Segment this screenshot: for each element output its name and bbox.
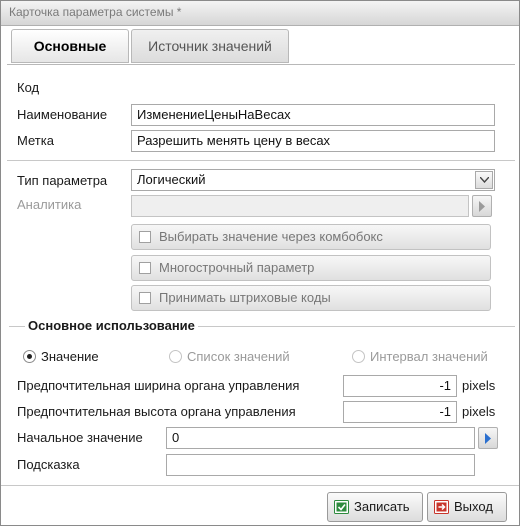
radio-interval-label: Интервал значений	[370, 349, 488, 364]
height-label: Предпочтительная высота органа управлени…	[17, 404, 296, 419]
code-label: Код	[17, 80, 40, 95]
hint-field[interactable]	[166, 454, 475, 476]
arrow-right-icon	[485, 433, 491, 444]
analytics-field	[131, 195, 469, 217]
section-divider	[7, 160, 515, 161]
hint-label: Подсказка	[17, 457, 80, 472]
checkbox-combobox[interactable]: Выбирать значение через комбобокс	[131, 224, 491, 250]
window-title: Карточка параметра системы *	[9, 5, 182, 19]
checkbox-square	[139, 292, 151, 304]
arrow-right-icon	[479, 201, 485, 212]
save-button-label: Записать	[354, 499, 410, 514]
type-label: Тип параметра	[17, 173, 108, 188]
width-field[interactable]: -1	[343, 375, 457, 397]
type-dropdown-button[interactable]	[475, 171, 493, 189]
initial-value-field[interactable]: 0	[166, 427, 475, 449]
usage-group-title: Основное использование	[25, 318, 198, 333]
exit-button[interactable]: Выход	[427, 492, 507, 522]
analytics-label: Аналитика	[17, 197, 82, 212]
caption-field[interactable]: Разрешить менять цену в весах	[131, 130, 495, 152]
chevron-down-icon	[480, 177, 489, 183]
radio-dot	[23, 350, 36, 363]
checkbox-multiline[interactable]: Многострочный параметр	[131, 255, 491, 281]
checkbox-barcodes[interactable]: Принимать штриховые коды	[131, 285, 491, 311]
radio-dot	[169, 350, 182, 363]
title-bar: Карточка параметра системы *	[1, 1, 519, 26]
width-unit: pixels	[462, 378, 496, 393]
checkbox-combobox-label: Выбирать значение через комбобокс	[159, 229, 383, 244]
checkbox-barcodes-label: Принимать штриховые коды	[159, 290, 331, 305]
checkbox-multiline-label: Многострочный параметр	[159, 260, 315, 275]
height-unit: pixels	[462, 404, 496, 419]
exit-icon	[434, 500, 449, 514]
tab-main[interactable]: Основные	[11, 29, 129, 63]
initial-value-select-button[interactable]	[478, 427, 498, 449]
checkbox-square	[139, 262, 151, 274]
radio-dot	[352, 350, 365, 363]
save-button[interactable]: Записать	[327, 492, 423, 522]
tab-divider	[7, 64, 515, 65]
radio-list-label: Список значений	[187, 349, 290, 364]
exit-button-label: Выход	[454, 499, 493, 514]
analytics-select-button	[472, 195, 492, 217]
caption-label: Метка	[17, 133, 54, 148]
footer-divider	[1, 485, 519, 486]
checkbox-square	[139, 231, 151, 243]
radio-value-label: Значение	[41, 349, 99, 364]
type-select[interactable]: Логический	[131, 169, 495, 191]
name-field[interactable]: ИзменениеЦеныНаВесах	[131, 104, 495, 126]
save-icon	[334, 500, 349, 514]
name-label: Наименование	[17, 107, 108, 122]
initial-value-label: Начальное значение	[17, 430, 143, 445]
tab-value-source[interactable]: Источник значений	[131, 29, 289, 63]
parameter-card-window: Карточка параметра системы * Основные Ис…	[0, 0, 520, 526]
height-field[interactable]: -1	[343, 401, 457, 423]
width-label: Предпочтительная ширина органа управлени…	[17, 378, 300, 393]
